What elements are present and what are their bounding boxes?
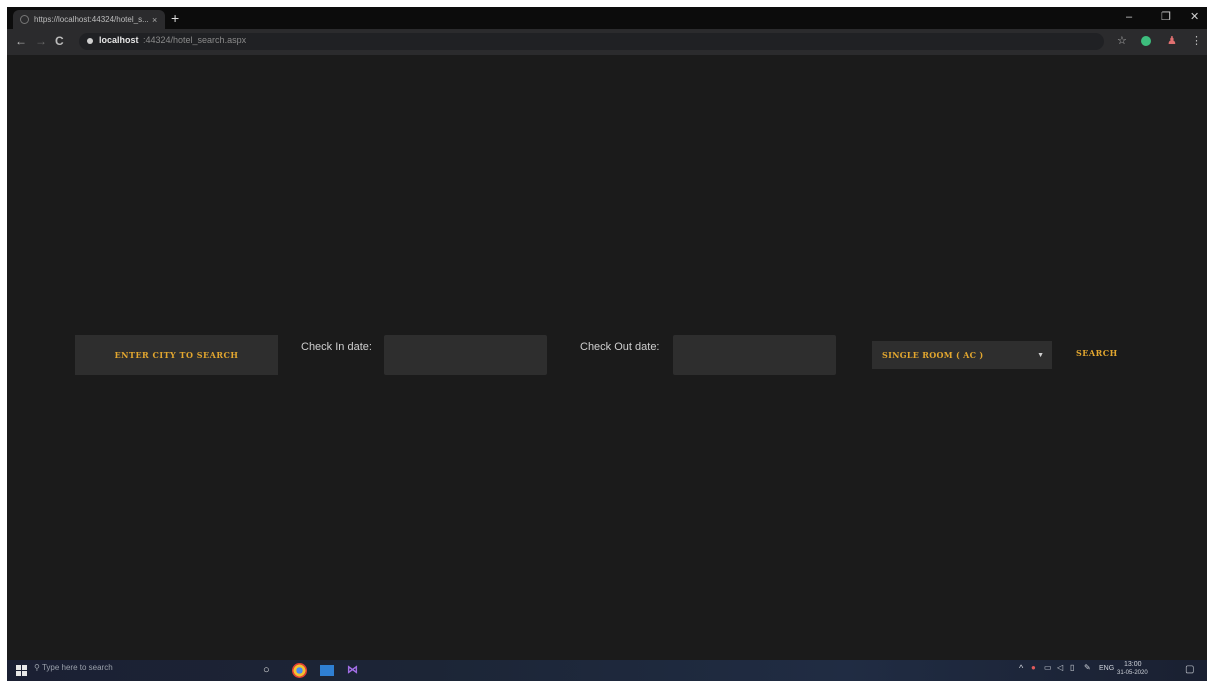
tray-chevron-icon[interactable]: ^ [1019,663,1023,673]
maximize-button[interactable]: ❐ [1161,10,1171,24]
back-icon[interactable]: ← [15,34,27,48]
pen-icon[interactable]: ✎ [1084,663,1091,672]
checkout-date-input[interactable] [673,335,836,375]
forward-icon[interactable]: → [35,34,47,48]
reload-icon[interactable]: C [55,34,64,48]
visual-studio-icon[interactable]: ⋈ [347,664,358,677]
checkout-label: Check Out date: [580,341,660,353]
browser-toolbar: ← → C localhost :44324/hotel_search.aspx… [7,29,1207,56]
notification-icon[interactable]: ▢ [1185,664,1194,675]
star-icon[interactable]: ☆ [1117,35,1127,47]
file-explorer-icon[interactable] [320,665,334,676]
dropdown-arrow-icon: ▼ [1037,351,1044,359]
clock-date[interactable]: 31-05-2020 [1117,670,1148,676]
extension-icon[interactable] [1141,36,1151,46]
room-type-select[interactable]: SINGLE ROOM ( AC ) ▼ [872,341,1052,369]
enter-city-button[interactable]: ENTER CITY TO SEARCH [75,335,278,375]
search-button[interactable]: SEARCH [1076,348,1118,358]
volume-icon[interactable]: ◁ [1057,663,1063,672]
tab-title: https://localhost:44324/hotel_s... [34,15,149,24]
browser-tab-strip: https://localhost:44324/hotel_s... × + –… [7,7,1207,29]
url-path: :44324/hotel_search.aspx [143,35,247,45]
checkin-label: Check In date: [301,341,372,353]
menu-icon[interactable]: ⋮ [1191,35,1202,47]
page-content: ENTER CITY TO SEARCH Check In date: Chec… [7,55,1207,660]
minimize-button[interactable]: – [1126,10,1132,24]
tray-app-icon[interactable]: ● [1031,663,1036,672]
battery-icon[interactable]: ▯ [1070,663,1074,672]
browser-tab[interactable]: https://localhost:44324/hotel_s... × [13,10,165,29]
tab-close-button[interactable]: × [152,15,157,25]
taskbar-search-box[interactable]: ⚲ Type here to search [34,663,113,672]
network-icon[interactable]: ▭ [1044,663,1052,672]
screen: https://localhost:44324/hotel_s... × + –… [7,7,1207,681]
chrome-icon[interactable] [292,663,307,678]
page-favicon-icon [20,15,29,24]
url-host: localhost [99,35,139,45]
language-indicator[interactable]: ENG [1099,665,1114,672]
lock-icon [87,38,93,44]
address-bar[interactable]: localhost :44324/hotel_search.aspx [79,33,1104,50]
room-type-value: SINGLE ROOM ( AC ) [882,350,984,360]
windows-start-icon[interactable] [16,665,27,676]
windows-taskbar: ⚲ Type here to search ○ ⋈ ^ ● ▭ ◁ ▯ ✎ EN… [7,660,1207,681]
clock-time[interactable]: 13:00 [1124,661,1142,668]
new-tab-button[interactable]: + [171,10,179,26]
close-window-button[interactable]: ✕ [1190,10,1199,24]
task-view-icon[interactable]: ○ [263,664,270,677]
checkin-date-input[interactable] [384,335,547,375]
account-icon[interactable]: ♟ [1167,35,1177,47]
taskbar-search-placeholder: Type here to search [41,663,113,672]
